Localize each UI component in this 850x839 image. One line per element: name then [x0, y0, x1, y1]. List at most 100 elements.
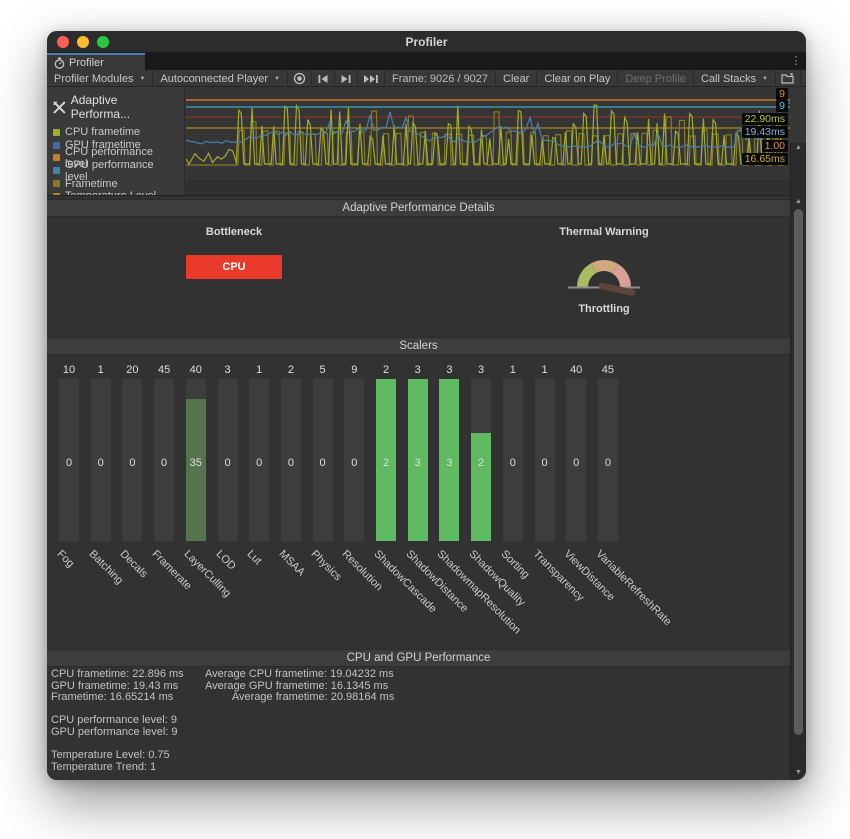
chart-value-chip: 9	[776, 88, 788, 100]
call-stacks-label: Call Stacks	[701, 73, 756, 85]
module-row: Adaptive Performa... CPU frametimeGPU fr…	[47, 87, 806, 195]
chart-value-chip: 16.65ms	[742, 153, 788, 165]
next-frame-button[interactable]	[335, 70, 358, 87]
scaler-name-label: MSAA	[276, 548, 307, 579]
scaler-name-label: ShadowQuality	[467, 548, 528, 609]
load-profile-button[interactable]	[776, 70, 801, 87]
scaler-bar-fill	[471, 433, 491, 541]
profiler-modules-dropdown[interactable]: Profiler Modules ▼	[47, 70, 153, 87]
scaler-max-label: 2	[376, 364, 396, 376]
stopwatch-icon	[54, 57, 65, 69]
folder-open-icon	[781, 73, 795, 84]
window-title: Profiler	[47, 31, 806, 53]
scaler-max-label: 40	[186, 364, 206, 376]
titlebar: Profiler	[47, 31, 806, 53]
scaler-max-label: 3	[439, 364, 459, 376]
scroll-up-icon[interactable]: ▲	[791, 143, 806, 153]
scaler-max-label: 10	[59, 364, 79, 376]
scaler-value-label: 0	[503, 457, 523, 469]
legend-item[interactable]: GPU performance level	[47, 164, 184, 177]
toolbar: Profiler Modules ▼ Autoconnected Player …	[47, 70, 806, 87]
tab-profiler[interactable]: Profiler	[47, 53, 145, 70]
record-button[interactable]	[288, 70, 312, 87]
scaler-max-label: 3	[408, 364, 428, 376]
chart-value-chip: 1.00	[762, 140, 788, 152]
thermal-warning-label: Thermal Warning	[544, 226, 664, 238]
scaler-max-label: 3	[218, 364, 238, 376]
legend-item[interactable]: CPU frametime	[47, 126, 184, 139]
legend-color-swatch	[53, 129, 60, 136]
deep-profile-button: Deep Profile	[618, 70, 694, 87]
tools-icon	[53, 101, 66, 114]
chart-value-chip: 9	[776, 100, 788, 112]
scaler-value-label: 0	[91, 457, 111, 469]
module-legend-panel: Adaptive Performa... CPU frametimeGPU fr…	[47, 87, 185, 195]
scaler-value-label: 0	[218, 457, 238, 469]
scaler-max-label: 2	[281, 364, 301, 376]
timeline-chart[interactable]: 9922.90ms19.43ms1.0016.65ms	[186, 87, 790, 195]
scaler-max-label: 1	[503, 364, 523, 376]
bottleneck-label: Bottleneck	[174, 226, 294, 238]
cpu-gpu-performance-header: CPU and GPU Performance	[47, 649, 790, 667]
tab-bar: Profiler ⋮	[47, 53, 806, 70]
scaler-max-label: 40	[566, 364, 586, 376]
tabbar-menu-icon[interactable]: ⋮	[790, 54, 802, 67]
timeline-waveform	[186, 87, 790, 195]
frame-counter: Frame: 9026 / 9027	[385, 70, 496, 87]
prev-frame-button[interactable]	[312, 70, 335, 87]
scaler-value-label: 0	[598, 457, 618, 469]
details-scroll-thumb[interactable]	[794, 209, 803, 735]
scroll-down-icon[interactable]: ▼	[791, 768, 806, 778]
call-stacks-dropdown[interactable]: Call Stacks ▼	[694, 70, 776, 87]
next-frame-icon	[340, 74, 352, 84]
scaler-max-label: 1	[249, 364, 269, 376]
bottleneck-indicator: CPU	[186, 255, 282, 279]
details-pane: Adaptive Performance Details Bottleneck …	[47, 195, 790, 780]
performance-stats-right: Average CPU frametime: 19.04232 ms Avera…	[205, 669, 394, 704]
last-frame-icon	[363, 74, 379, 84]
profiler-window: Profiler Profiler ⋮ Profiler Modules ▼ A…	[47, 31, 806, 780]
scaler-value-label: 0	[566, 457, 586, 469]
scaler-name-label: Physics	[308, 548, 343, 583]
scaler-max-label: 45	[154, 364, 174, 376]
legend-label: CPU frametime	[65, 126, 140, 138]
scaler-bar-fill	[186, 399, 206, 541]
scaler-value-label: 0	[249, 457, 269, 469]
scaler-value-label: 3	[439, 457, 459, 469]
tab-label: Profiler	[69, 57, 104, 69]
save-profile-button[interactable]	[801, 70, 806, 87]
record-icon	[293, 72, 306, 85]
current-frame-button[interactable]	[358, 70, 385, 87]
profiler-modules-label: Profiler Modules	[54, 73, 133, 85]
legend-color-swatch	[53, 180, 60, 187]
clear-button[interactable]: Clear	[496, 70, 537, 87]
scaler-value-label: 0	[535, 457, 555, 469]
chevron-down-icon: ▼	[274, 76, 280, 82]
module-legend: CPU frametimeGPU frametimeCPU performanc…	[47, 126, 184, 195]
module-title: Adaptive Performa...	[71, 93, 178, 121]
target-player-dropdown[interactable]: Autoconnected Player ▼	[153, 70, 288, 87]
scaler-max-label: 3	[471, 364, 491, 376]
performance-stats-left: CPU frametime: 22.896 ms GPU frametime: …	[51, 669, 184, 773]
scaler-max-label: 1	[91, 364, 111, 376]
scaler-value-label: 0	[154, 457, 174, 469]
scaler-value-label: 3	[408, 457, 428, 469]
target-player-label: Autoconnected Player	[160, 73, 268, 85]
thermal-status-label: Throttling	[544, 303, 664, 315]
scaler-value-label: 2	[376, 457, 396, 469]
scaler-max-label: 1	[535, 364, 555, 376]
module-title-row[interactable]: Adaptive Performa...	[47, 87, 184, 126]
scaler-value-label: 0	[344, 457, 364, 469]
clear-on-play-button[interactable]: Clear on Play	[537, 70, 618, 87]
legend-label: Frametime	[65, 178, 118, 190]
adaptive-performance-details-header: Adaptive Performance Details	[47, 199, 790, 217]
scroll-up-icon[interactable]: ▲	[791, 197, 806, 207]
details-scrollbar[interactable]: ▲ ▼	[790, 195, 806, 780]
scaler-name-label: Fog	[55, 548, 77, 570]
scaler-value-label: 0	[313, 457, 333, 469]
scaler-value-label: 0	[281, 457, 301, 469]
scaler-value-label: 2	[471, 457, 491, 469]
chevron-down-icon: ▼	[139, 76, 145, 82]
scaler-value-label: 0	[59, 457, 79, 469]
chart-value-chip: 19.43ms	[742, 126, 788, 138]
